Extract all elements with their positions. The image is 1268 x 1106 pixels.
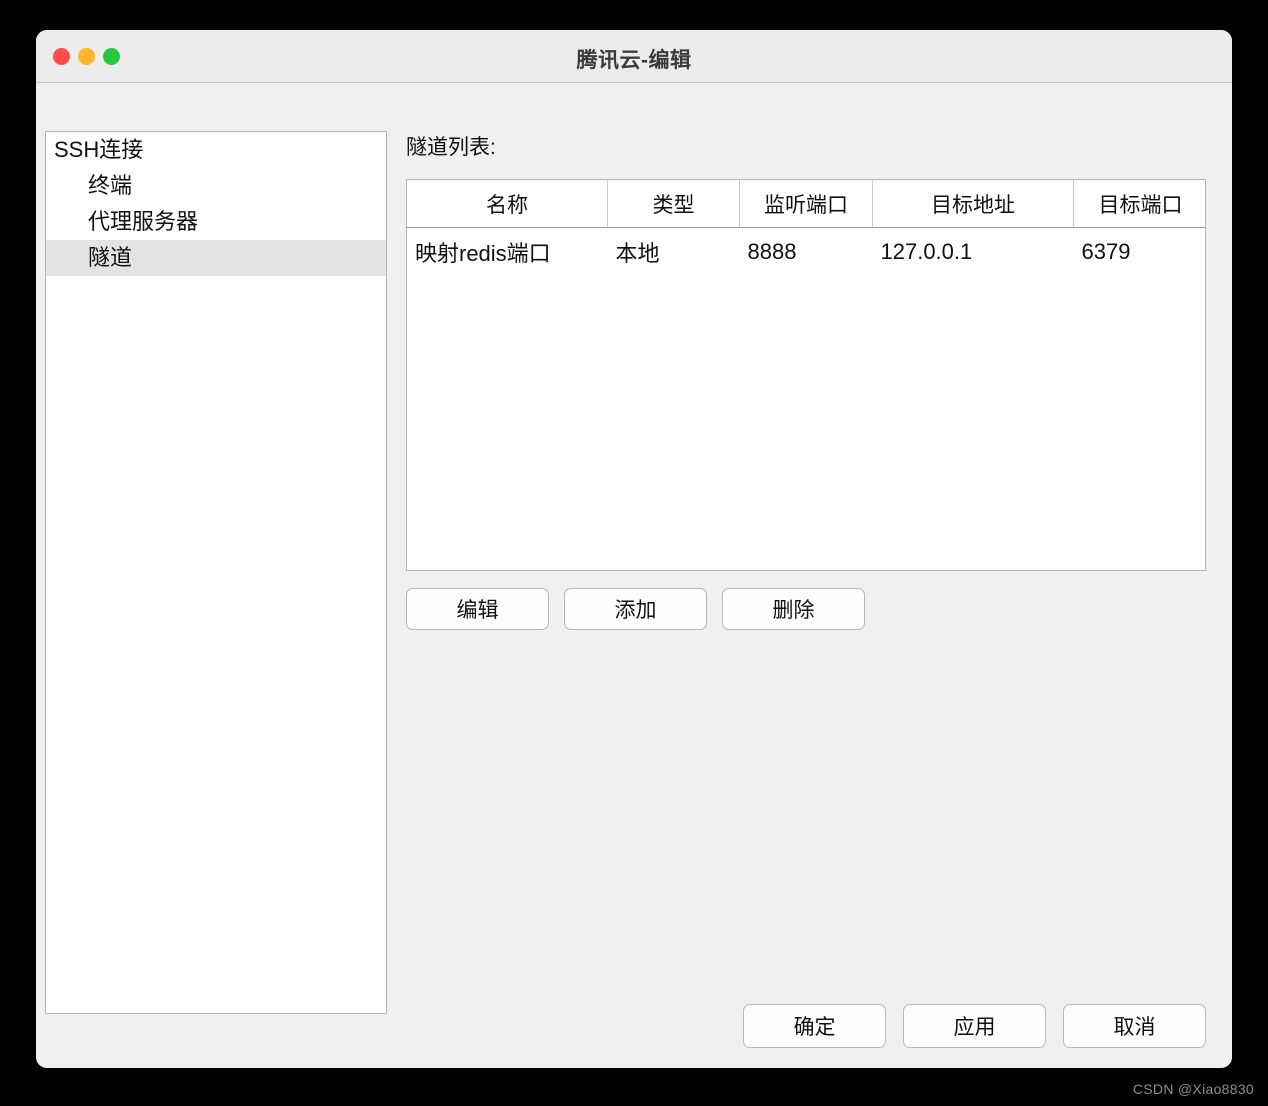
cell-target-port: 6379 [1074, 228, 1207, 277]
tunnel-actions: 编辑 添加 删除 [406, 588, 1206, 630]
column-header-listen-port[interactable]: 监听端口 [740, 180, 873, 228]
watermark: CSDN @Xiao8830 [1133, 1081, 1254, 1097]
dialog-content: SSH连接 终端 代理服务器 隧道 隧道列表: 名称 类型 监听端口 目标地址 … [36, 83, 1232, 1068]
ok-button[interactable]: 确定 [743, 1004, 886, 1048]
table-header-row: 名称 类型 监听端口 目标地址 目标端口 [407, 180, 1206, 228]
tunnel-table-frame[interactable]: 名称 类型 监听端口 目标地址 目标端口 映射redis端口 本地 8888 1 [406, 179, 1206, 571]
edit-button[interactable]: 编辑 [406, 588, 549, 630]
column-header-name[interactable]: 名称 [407, 180, 608, 228]
sidebar-item-proxy-server[interactable]: 代理服务器 [46, 204, 386, 240]
cancel-button[interactable]: 取消 [1063, 1004, 1206, 1048]
sidebar-item-ssh-connection[interactable]: SSH连接 [46, 132, 386, 168]
title-bar: 腾讯云-编辑 [36, 30, 1232, 83]
delete-button[interactable]: 删除 [722, 588, 865, 630]
tunnel-table: 名称 类型 监听端口 目标地址 目标端口 映射redis端口 本地 8888 1 [407, 180, 1206, 276]
dialog-window: 腾讯云-编辑 SSH连接 终端 代理服务器 隧道 隧道列表: 名称 类型 监听端… [36, 30, 1232, 1068]
apply-button[interactable]: 应用 [903, 1004, 1046, 1048]
cell-type: 本地 [608, 228, 740, 277]
column-header-target-port[interactable]: 目标端口 [1074, 180, 1207, 228]
sidebar-item-tunnel[interactable]: 隧道 [46, 240, 386, 276]
window-title: 腾讯云-编辑 [36, 44, 1232, 74]
table-row[interactable]: 映射redis端口 本地 8888 127.0.0.1 6379 [407, 228, 1206, 277]
cell-name: 映射redis端口 [407, 228, 608, 277]
column-header-target-host[interactable]: 目标地址 [873, 180, 1074, 228]
column-header-type[interactable]: 类型 [608, 180, 740, 228]
tunnel-list-label: 隧道列表: [406, 131, 1206, 161]
add-button[interactable]: 添加 [564, 588, 707, 630]
sidebar-item-terminal[interactable]: 终端 [46, 168, 386, 204]
tunnel-panel: 隧道列表: 名称 类型 监听端口 目标地址 目标端口 [406, 131, 1206, 630]
cell-target-host: 127.0.0.1 [873, 228, 1074, 277]
settings-tree[interactable]: SSH连接 终端 代理服务器 隧道 [45, 131, 387, 1014]
cell-listen-port: 8888 [740, 228, 873, 277]
dialog-footer: 确定 应用 取消 [743, 1004, 1206, 1048]
